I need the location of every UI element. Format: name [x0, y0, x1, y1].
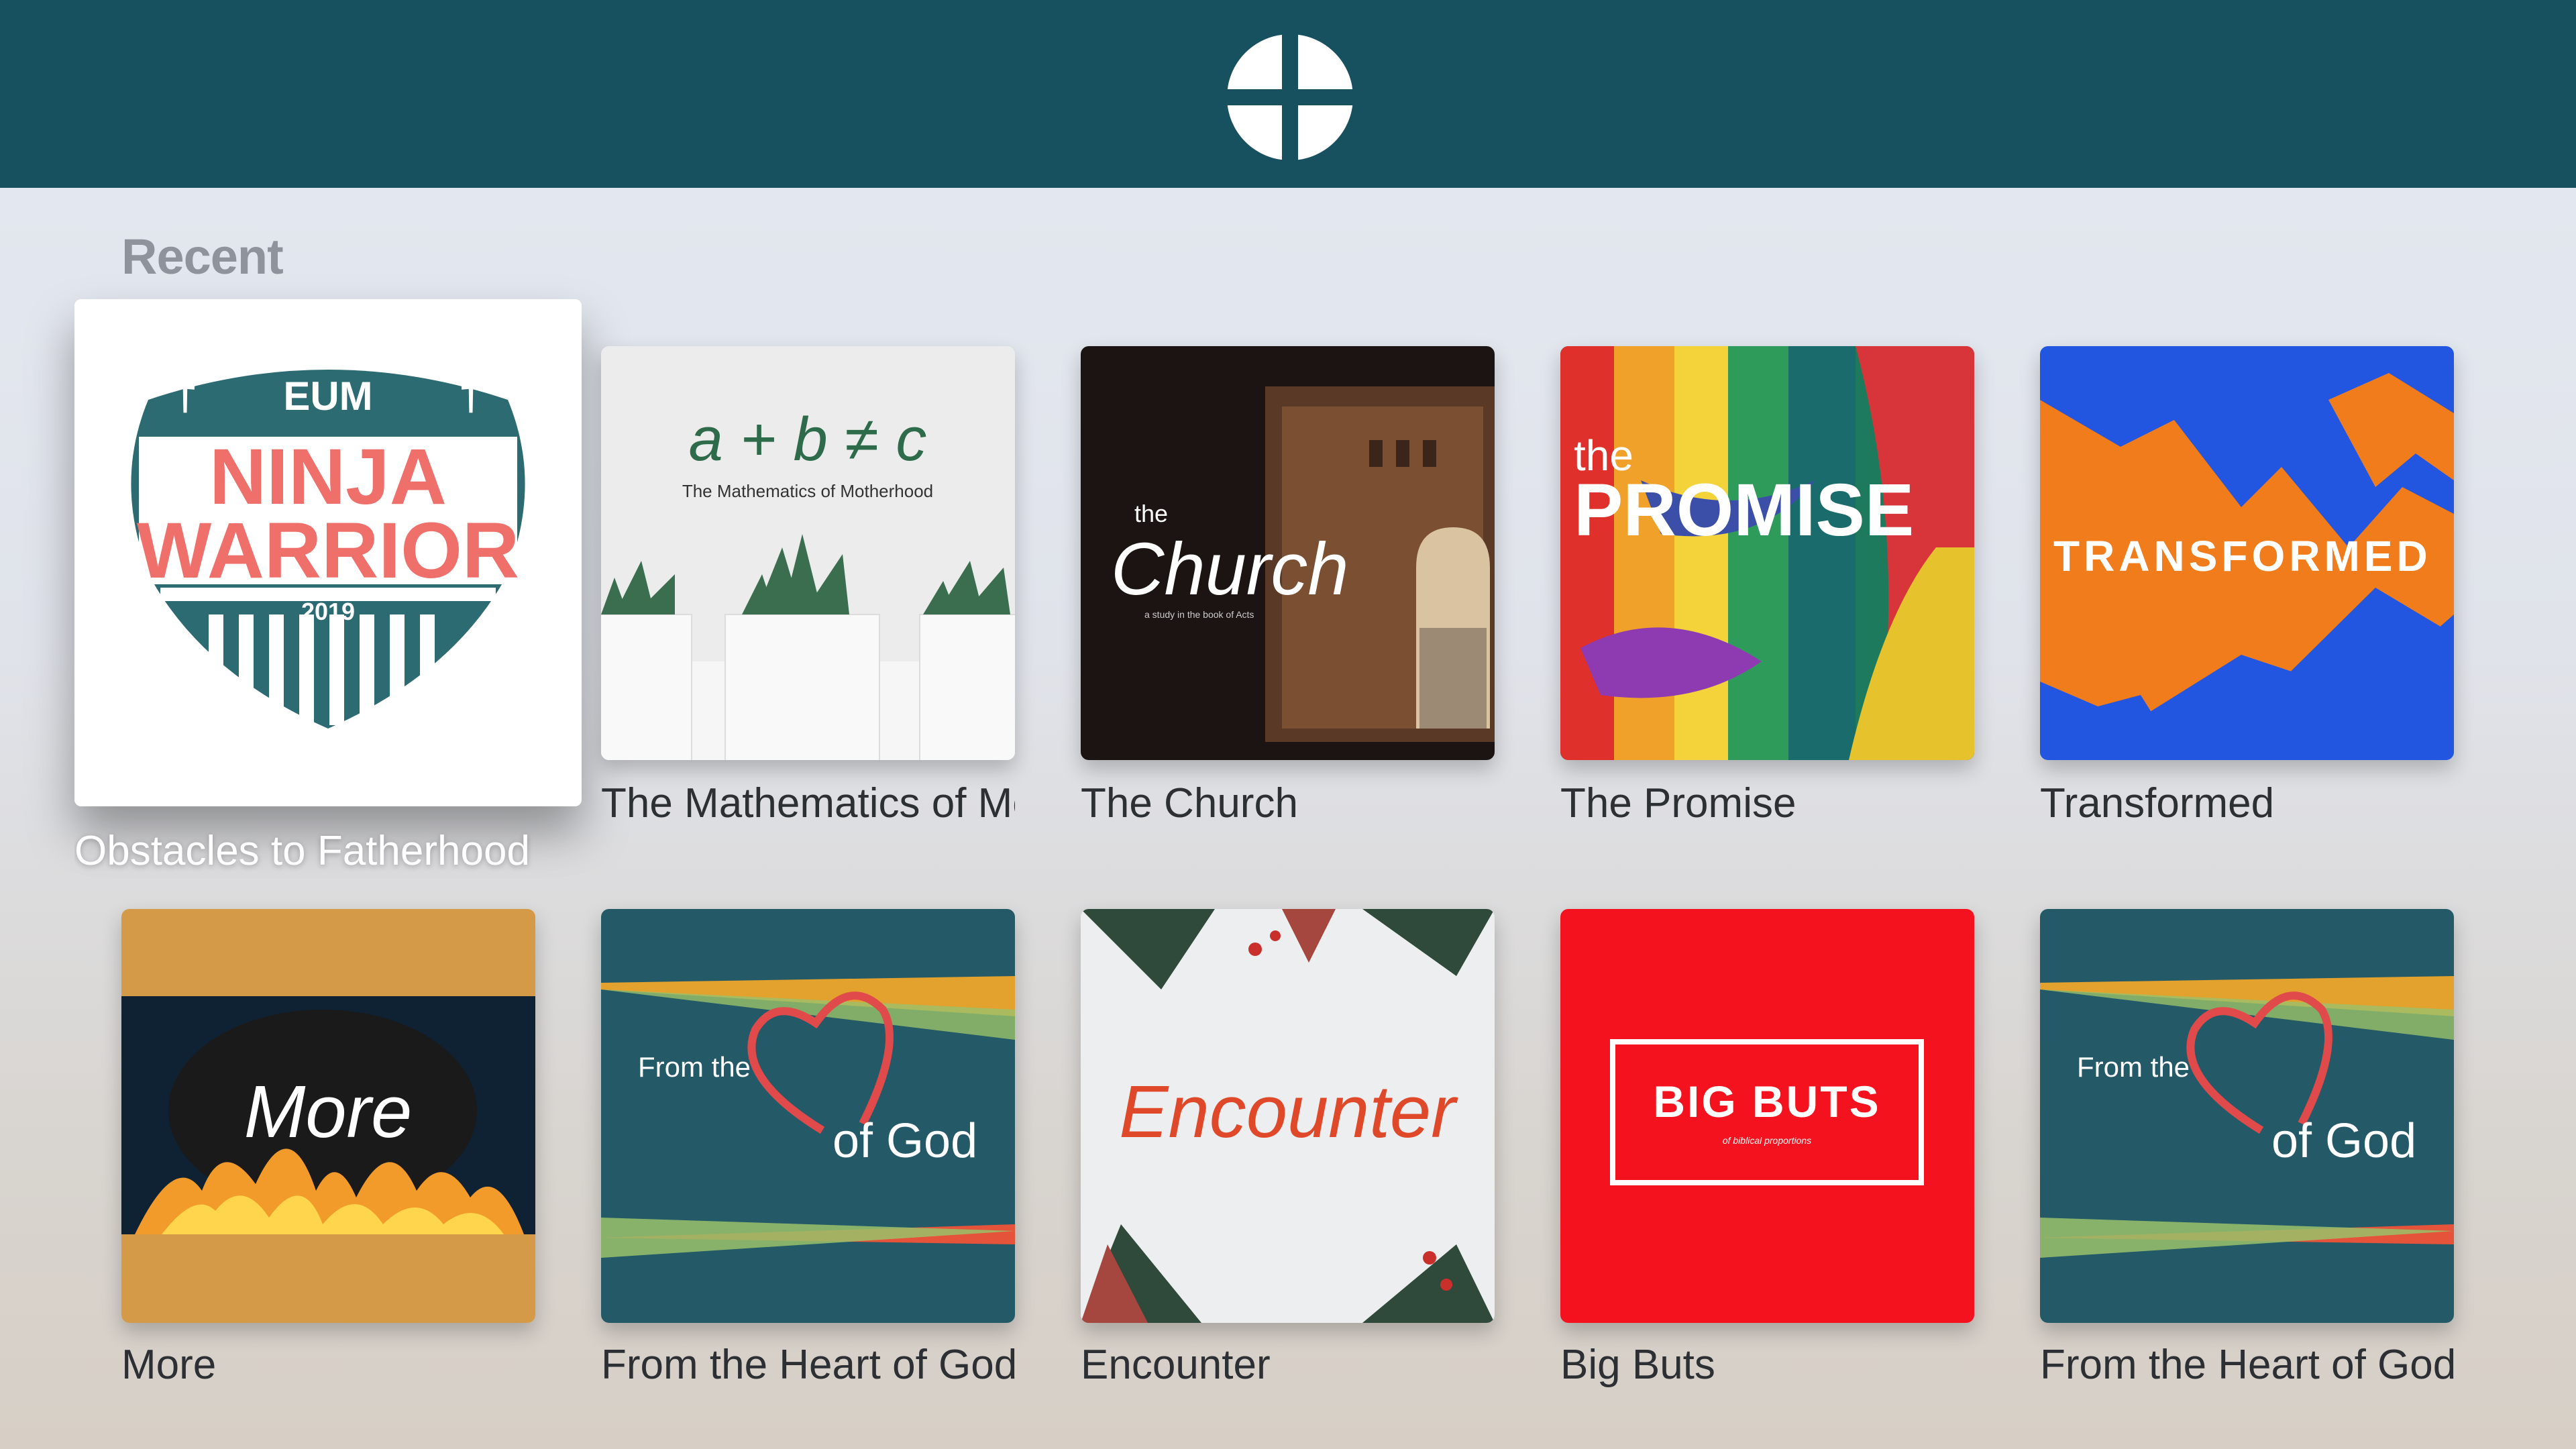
art-sub: a study in the book of Acts	[1144, 609, 1254, 620]
badge-line2: WARRIOR	[137, 506, 519, 595]
orange-blue-mountains: TRANSFORMED	[2040, 346, 2454, 760]
svg-text:†: †	[459, 370, 484, 419]
tile-title: The Promise	[1560, 780, 1796, 826]
tile-title: The Mathematics of Motherhood	[601, 780, 1015, 826]
tile-artwork: More	[121, 909, 535, 1323]
section-title: Recent	[121, 229, 284, 284]
tile-artwork: BIG BUTS of biblical proportions	[1560, 909, 1974, 1323]
tile-artwork: EUM † † NINJA WARRIOR 2019	[74, 299, 582, 806]
arched-window: the Church a study in the book of Acts	[1081, 346, 1495, 760]
top-bar	[0, 0, 2576, 188]
tile-title: More	[121, 1342, 217, 1388]
art-main: More	[244, 1071, 413, 1153]
tile-artwork: a + b ≠ c The Mathematics of Motherhood	[601, 346, 1015, 760]
art-main: TRANSFORMED	[2053, 532, 2432, 580]
tile-artwork: From the of God	[2040, 909, 2454, 1323]
colorful-paint-strokes: the PROMISE	[1560, 346, 1974, 760]
tile-artwork: the PROMISE	[1560, 346, 1974, 760]
tile-title: From the Heart of God	[601, 1342, 1015, 1388]
art-main: of God	[833, 1114, 977, 1168]
tile-title: The Church	[1081, 780, 1298, 826]
tile-artwork: Encounter	[1081, 909, 1495, 1323]
badge-top-text: EUM	[283, 374, 372, 419]
badge-year: 2019	[301, 598, 355, 625]
art-main: of God	[2271, 1114, 2416, 1168]
tile-title: From the Heart of God	[2040, 1342, 2454, 1388]
succulent-pots: a + b ≠ c The Mathematics of Motherhood	[601, 346, 1015, 760]
art-pre: From the	[638, 1051, 751, 1083]
tile-artwork: From the of God	[601, 909, 1015, 1323]
art-main: Encounter	[1119, 1071, 1458, 1153]
tile-artwork: the Church a study in the book of Acts	[1081, 346, 1495, 760]
tile-title: Transformed	[2040, 780, 2275, 826]
tile-title: Encounter	[1081, 1342, 1271, 1388]
red-box: BIG BUTS of biblical proportions	[1560, 909, 1974, 1323]
tile-artwork: TRANSFORMED	[2040, 346, 2454, 760]
tile-title: Big Buts	[1560, 1342, 1715, 1388]
art-pre: the	[1134, 500, 1168, 527]
pine-branches-berries: Encounter	[1081, 909, 1495, 1323]
heart-outline: From the of God	[601, 909, 1015, 1323]
art-main: Church	[1111, 528, 1349, 610]
art-subtitle: The Mathematics of Motherhood	[682, 481, 933, 501]
art-main: BIG BUTS	[1653, 1077, 1880, 1126]
tile-title: Obstacles to Fatherhood	[74, 828, 530, 874]
flames: More	[121, 909, 535, 1323]
eum-ninja-warrior-badge: EUM † † NINJA WARRIOR 2019	[74, 299, 582, 806]
svg-text:†: †	[173, 370, 198, 419]
cross-circle-icon	[1227, 34, 1353, 160]
art-formula: a + b ≠ c	[689, 405, 927, 474]
art-pre: From the	[2077, 1051, 2190, 1083]
art-main: PROMISE	[1574, 469, 1914, 551]
heart-outline: From the of God	[2040, 909, 2454, 1323]
art-sub: of biblical proportions	[1723, 1135, 1811, 1146]
